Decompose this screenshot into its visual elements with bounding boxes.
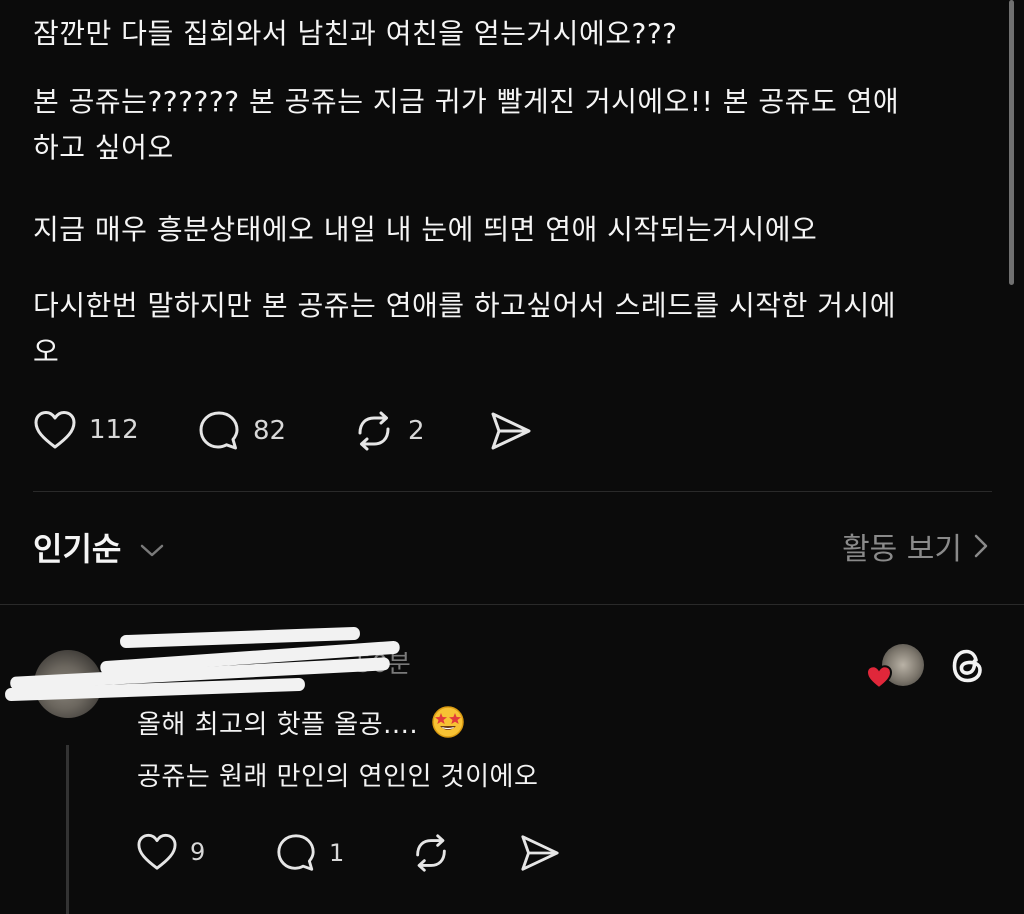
reply-repost-button[interactable] bbox=[410, 832, 452, 874]
reply-like-button[interactable]: 9 bbox=[136, 832, 205, 872]
view-activity-label: 활동 보기 bbox=[842, 532, 962, 567]
author-liked-heart-icon bbox=[865, 664, 893, 694]
repost-icon bbox=[416, 834, 446, 872]
reply-like-count: 9 bbox=[190, 838, 206, 866]
share-button[interactable] bbox=[488, 409, 534, 453]
thread-line bbox=[66, 745, 69, 914]
comment-icon bbox=[277, 834, 315, 871]
repost-icon bbox=[358, 411, 390, 451]
chevron-down-icon bbox=[141, 544, 164, 557]
reply-comment-button[interactable]: 1 bbox=[275, 832, 344, 874]
like-button[interactable]: 112 bbox=[33, 409, 139, 451]
chevron-right-icon bbox=[974, 534, 988, 558]
share-icon bbox=[491, 412, 531, 450]
post-text-line-2: 본 공쥬는?????? 본 공쥬는 지금 귀가 빨게진 거시에오!! 본 공쥬도… bbox=[33, 85, 900, 118]
reply-comment-count: 1 bbox=[329, 839, 345, 867]
repost-button[interactable]: 2 bbox=[352, 409, 425, 453]
reply-text-line-2: 공쥬는 원래 만인의 연인인 것이에오 bbox=[137, 762, 539, 792]
reply-text-line-1-text: 올해 최고의 핫플 올공.... bbox=[137, 710, 419, 740]
view-activity-button[interactable]: 활동 보기 bbox=[842, 524, 990, 568]
section-divider bbox=[0, 604, 1024, 605]
reply-text-line-1: 올해 최고의 핫플 올공.... bbox=[137, 705, 465, 745]
post-text-line-4: 지금 매우 흥분상태에오 내일 내 눈에 띄면 연애 시작되는거시에오 bbox=[33, 213, 818, 246]
post-text-line-5: 다시한번 말하지만 본 공쥬는 연애를 하고싶어서 스레드를 시작한 거시에 bbox=[33, 289, 897, 322]
threads-logo-icon[interactable] bbox=[945, 643, 991, 693]
heart-icon bbox=[137, 833, 177, 870]
post-text-line-3: 하고 싶어오 bbox=[33, 131, 174, 164]
comment-icon bbox=[199, 411, 239, 450]
heart-icon bbox=[34, 411, 76, 449]
sort-dropdown[interactable]: 인기순 bbox=[33, 524, 166, 570]
comment-button[interactable]: 82 bbox=[197, 409, 286, 453]
share-icon bbox=[521, 835, 559, 871]
sort-label: 인기순 bbox=[33, 530, 122, 568]
post-text-line-1: 잠깐만 다들 집회와서 남친과 여친을 얻는거시에오??? bbox=[33, 17, 678, 50]
repost-count: 2 bbox=[408, 416, 425, 446]
post-text-line-6: 오 bbox=[33, 335, 60, 368]
post-divider bbox=[33, 491, 992, 492]
comment-count: 82 bbox=[253, 416, 287, 446]
scrollbar[interactable] bbox=[1009, 0, 1014, 285]
like-count: 112 bbox=[89, 415, 139, 445]
reply-share-button[interactable] bbox=[518, 832, 562, 874]
star-struck-emoji bbox=[432, 706, 464, 738]
